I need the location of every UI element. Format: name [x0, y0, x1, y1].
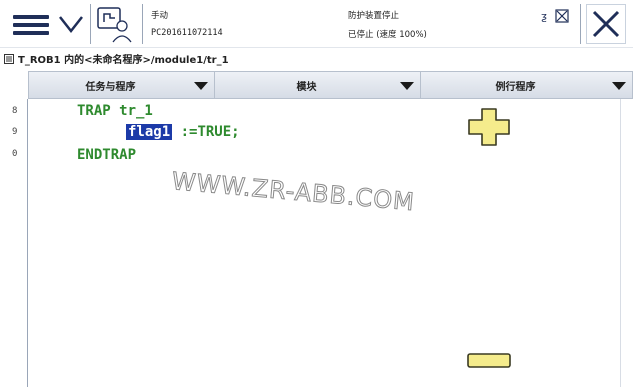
robot-status-icon[interactable] [94, 4, 138, 44]
dropdown-arrow-icon [194, 82, 208, 90]
abb-menu-button[interactable] [8, 5, 88, 43]
zoom-out-button[interactable] [466, 352, 512, 369]
hamburger-icon [13, 15, 49, 35]
dropdown-arrow-icon [400, 82, 414, 90]
breadcrumb: T_ROB1 内的<未命名程序>/module1/tr_1 [0, 47, 633, 69]
line-number: 0 [12, 149, 18, 159]
divider [90, 4, 91, 44]
controller-id: PC201611072114 [151, 28, 223, 38]
motor-status-icon[interactable]: ƺ [540, 8, 572, 24]
tab-label: 模块 [296, 81, 317, 93]
svg-text:ƺ: ƺ [541, 10, 547, 23]
divider [580, 4, 581, 44]
dropdown-arrow-icon [612, 82, 626, 90]
tab-tasks-and-programs[interactable]: 任务与程序 [28, 71, 214, 99]
status-bar: 手动 PC201611072114 防护装置停止 已停止 (速度 100%) ƺ [0, 0, 633, 47]
line-number: 8 [12, 106, 18, 116]
protection-status: 防护装置停止 [348, 11, 400, 21]
tab-routines[interactable]: 例行程序 [420, 71, 633, 99]
zoom-in-button[interactable] [467, 107, 511, 147]
code-line-endtrap[interactable]: ENDTRAP [77, 147, 136, 163]
tab-modules[interactable]: 模块 [214, 71, 420, 99]
divider [142, 4, 143, 44]
editor-tabs: 任务与程序 模块 例行程序 [28, 71, 633, 99]
tab-label: 任务与程序 [85, 81, 136, 93]
code-line-trap[interactable]: TRAP tr_1 [77, 103, 153, 119]
line-number: 9 [12, 127, 18, 137]
scroll-track[interactable] [620, 99, 621, 387]
line-number-gutter: 8 9 0 [0, 99, 28, 387]
program-editor-icon [4, 53, 14, 64]
breadcrumb-path: T_ROB1 内的<未命名程序>/module1/tr_1 [18, 55, 229, 66]
code-editor[interactable]: 8 9 0 TRAP tr_1 flag1 :=TRUE; ENDTRAP WW… [0, 99, 633, 387]
chevron-down-icon [59, 16, 83, 34]
code-text: :=TRUE; [172, 124, 240, 140]
watermark-text: WWW.ZR-ABB.COM [170, 167, 416, 217]
close-button[interactable] [586, 4, 626, 44]
close-icon [592, 10, 620, 38]
tab-label: 例行程序 [495, 81, 536, 93]
run-status: 已停止 (速度 100%) [348, 30, 427, 40]
code-line-assignment[interactable]: flag1 :=TRUE; [126, 124, 240, 140]
selected-token[interactable]: flag1 [126, 124, 173, 140]
operating-mode: 手动 [151, 11, 169, 21]
